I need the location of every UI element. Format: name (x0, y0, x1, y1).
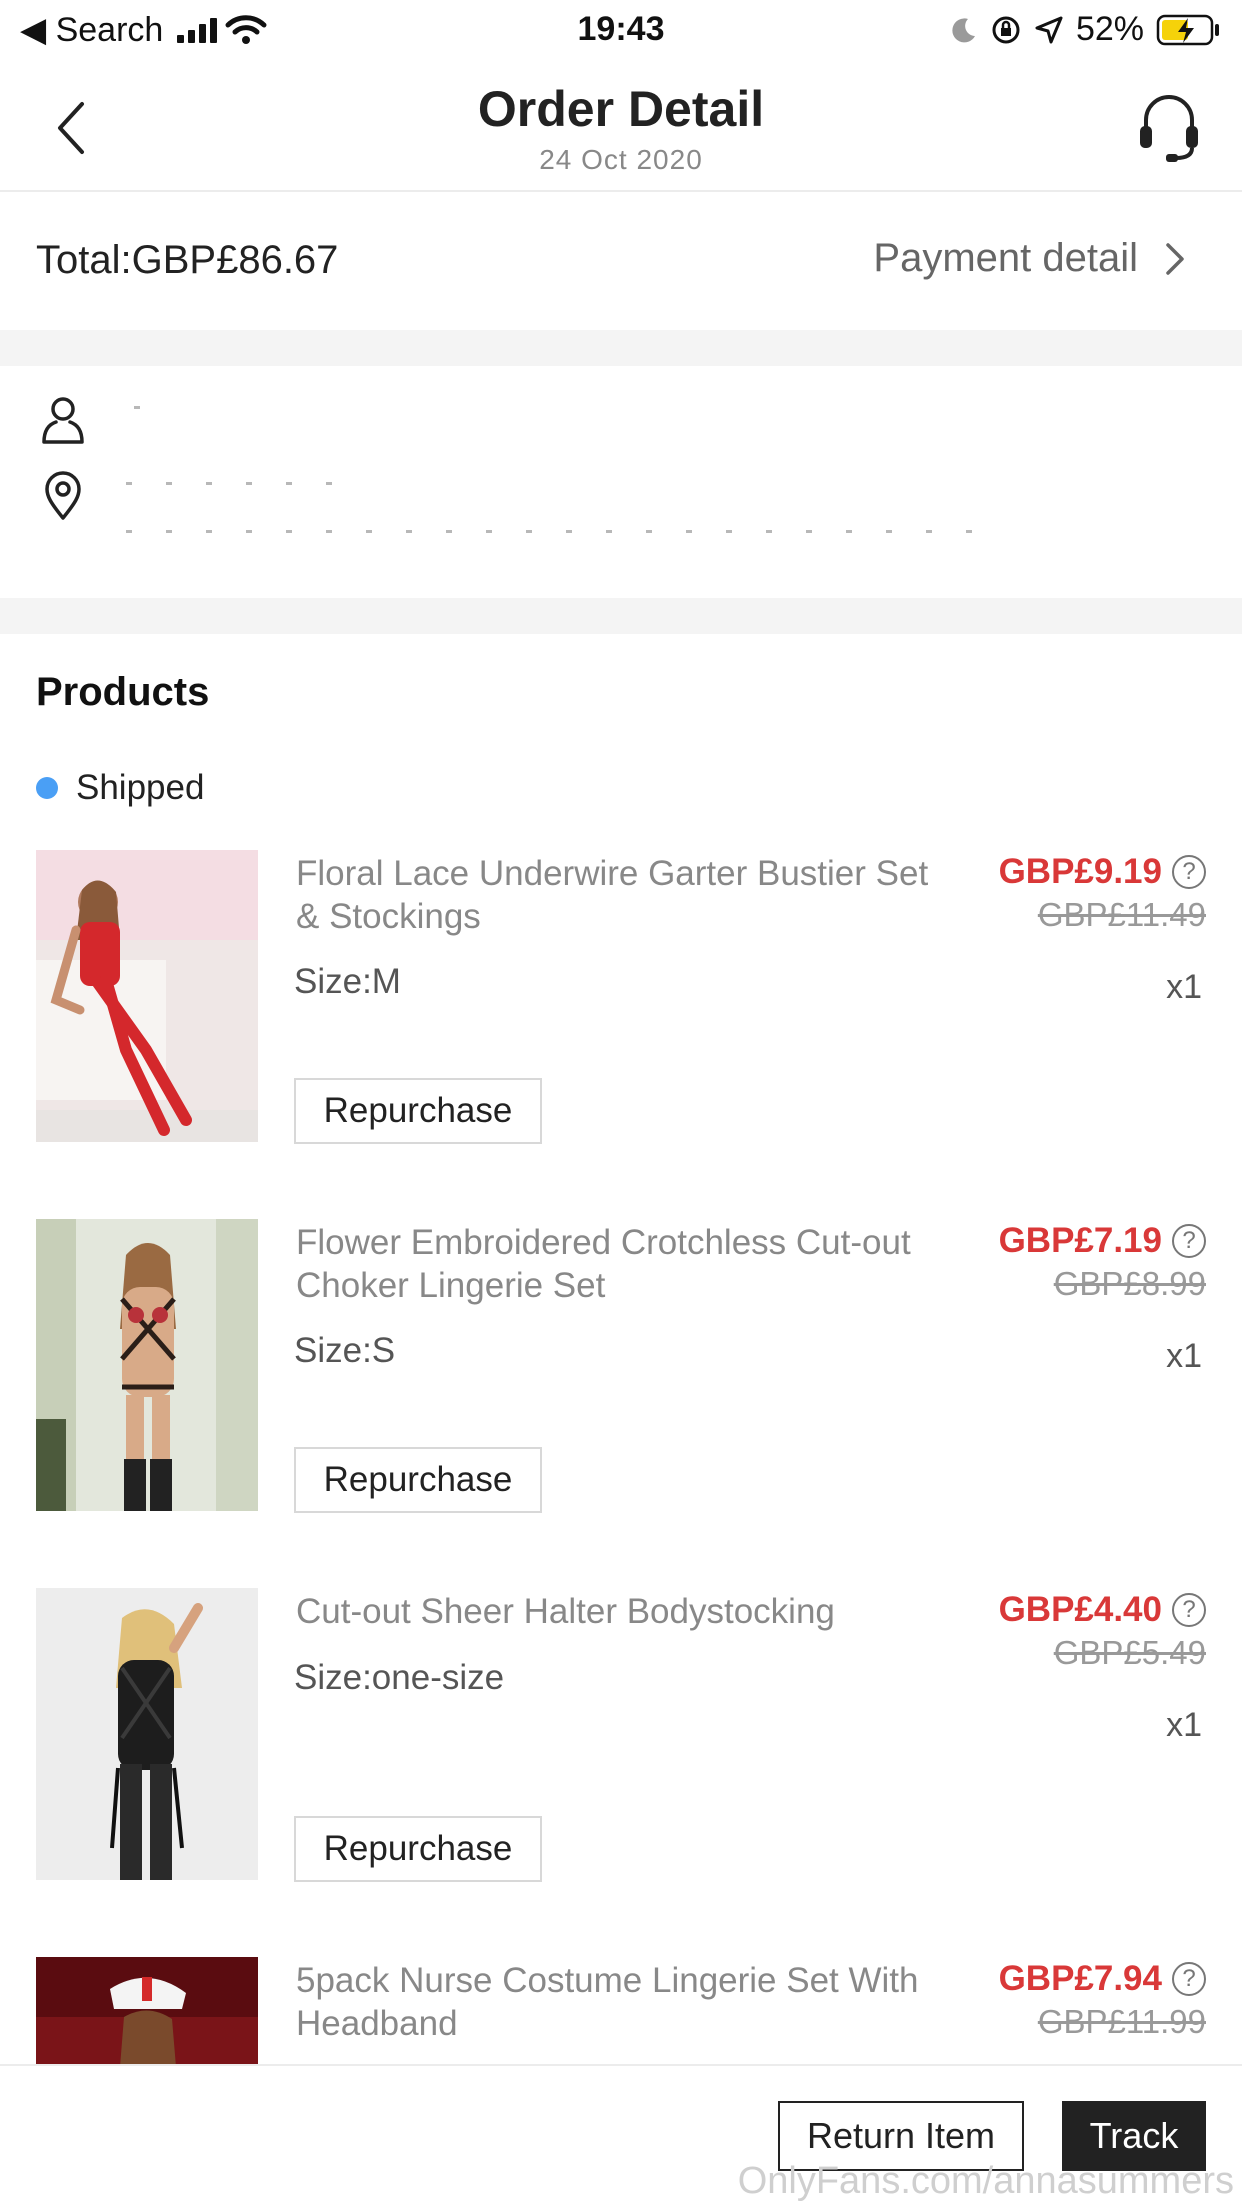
sale-price: GBP£7.94 ? (999, 1959, 1206, 1999)
watermark: OnlyFans.com/annasummers (737, 2160, 1234, 2202)
page-header: Order Detail 24 Oct 2020 (0, 62, 1242, 192)
customer-service-headset-icon[interactable] (1136, 90, 1202, 164)
repurchase-button[interactable]: Repurchase (294, 1816, 542, 1882)
payment-detail-link[interactable]: Payment detail (873, 236, 1186, 281)
repurchase-button[interactable]: Repurchase (294, 1078, 542, 1144)
shipping-status: Shipped (36, 768, 204, 808)
product-image[interactable] (36, 1957, 258, 2064)
product-quantity: x1 (1166, 968, 1202, 1006)
price-help-icon[interactable]: ? (1172, 855, 1206, 889)
product-size: Size:one-size (294, 1658, 505, 1697)
moon-icon (952, 17, 975, 42)
status-dot (36, 777, 58, 799)
product-item: 5pack Nurse Costume Lingerie Set With He… (0, 1957, 1242, 2064)
location-arrow-icon (1035, 16, 1063, 43)
repurchase-button[interactable]: Repurchase (294, 1447, 542, 1513)
product-name[interactable]: Floral Lace Underwire Garter Bustier Set… (296, 852, 936, 938)
section-divider (0, 598, 1242, 634)
product-name[interactable]: Flower Embroidered Crotchless Cut-out Ch… (296, 1221, 936, 1307)
shipping-status-label: Shipped (76, 768, 205, 807)
product-quantity: x1 (1166, 1706, 1202, 1744)
price-help-icon[interactable]: ? (1172, 1962, 1206, 1996)
price-box: GBP£4.40 ? GBP£5.49 (999, 1590, 1206, 1672)
location-pin-icon (45, 471, 81, 520)
sale-price: GBP£4.40 ? (999, 1590, 1206, 1630)
price-help-icon[interactable]: ? (1172, 1593, 1206, 1627)
chevron-right-icon (1166, 242, 1184, 275)
sale-price-value: GBP£9.19 (998, 852, 1162, 891)
redacted-address-line-2 (126, 530, 996, 533)
sale-price-value: GBP£7.19 (998, 1221, 1162, 1260)
original-price: GBP£11.49 (1037, 896, 1206, 933)
status-bar: ◀ Search 19:43 52% (0, 0, 1242, 62)
redacted-name (134, 406, 154, 409)
product-size: Size:S (294, 1331, 396, 1370)
product-item: Cut-out Sheer Halter Bodystocking GBP£4.… (0, 1588, 1242, 1888)
shipping-address-section (0, 366, 1242, 598)
status-icons: 52% (950, 10, 1222, 49)
order-total: Total:GBP£86.67 (36, 238, 339, 282)
product-quantity: x1 (1166, 1337, 1202, 1375)
section-divider (0, 330, 1242, 366)
product-item: Flower Embroidered Crotchless Cut-out Ch… (0, 1219, 1242, 1519)
product-name[interactable]: Cut-out Sheer Halter Bodystocking (296, 1590, 936, 1633)
product-size: Size:M (294, 962, 401, 1001)
sale-price-value: GBP£4.40 (998, 1590, 1162, 1629)
price-box: GBP£9.19 ? GBP£11.49 (999, 852, 1206, 934)
original-price: GBP£8.99 (1053, 1265, 1206, 1302)
battery-percent: 52% (1075, 10, 1144, 48)
product-image[interactable] (36, 1219, 258, 1511)
products-heading: Products (36, 670, 210, 714)
battery-charging-icon (1156, 14, 1219, 45)
price-box: GBP£7.94 ? GBP£11.99 (999, 1959, 1206, 2041)
price-box: GBP£7.19 ? GBP£8.99 (999, 1221, 1206, 1303)
price-help-icon[interactable]: ? (1172, 1224, 1206, 1258)
order-date: 24 Oct 2020 (539, 144, 703, 175)
product-item: Floral Lace Underwire Garter Bustier Set… (0, 850, 1242, 1150)
rotation-lock-icon (992, 16, 1020, 43)
person-icon (42, 397, 84, 444)
redacted-address-line-1 (126, 482, 346, 485)
original-price: GBP£5.49 (1053, 1634, 1206, 1671)
order-total-row: Total:GBP£86.67 Payment detail (0, 192, 1242, 330)
product-image[interactable] (36, 1588, 258, 1880)
product-image[interactable] (36, 850, 258, 1142)
sale-price-value: GBP£7.94 (998, 1959, 1162, 1998)
sale-price: GBP£7.19 ? (999, 1221, 1206, 1261)
sale-price: GBP£9.19 ? (999, 852, 1206, 892)
page-title: Order Detail (477, 81, 765, 137)
product-name[interactable]: 5pack Nurse Costume Lingerie Set With He… (296, 1959, 936, 2045)
payment-detail-label: Payment detail (873, 236, 1138, 280)
original-price: GBP£11.99 (1037, 2003, 1206, 2040)
